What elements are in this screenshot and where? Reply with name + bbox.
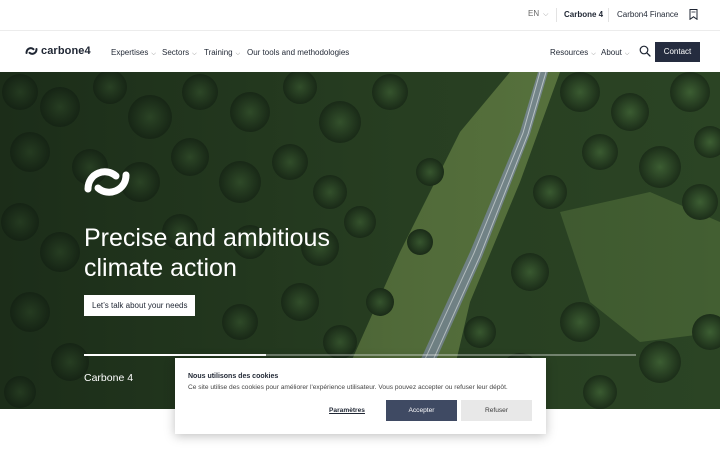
bookmark-icon[interactable] (689, 9, 698, 20)
nav-item-sectors[interactable]: Sectors ⌵ (162, 48, 197, 58)
main-navigation: carbone4 Expertises ⌵ Sectors ⌵ Training ⌵ … (0, 32, 720, 72)
divider (556, 8, 557, 22)
search-icon[interactable] (639, 45, 651, 57)
logo-mark-icon (25, 47, 38, 55)
refuse-cookies-button[interactable]: Refuser (461, 400, 532, 421)
hero-title-line-1: Precise and ambitious (84, 224, 330, 252)
talk-about-needs-button[interactable]: Let’s talk about your needs (84, 295, 196, 316)
chevron-down-icon: ⌵ (235, 51, 241, 57)
nav-item-training[interactable]: Training ⌵ (204, 48, 240, 58)
hero-title-line-2: climate action (84, 254, 237, 282)
nav-item-label: Our tools and methodologies (247, 48, 350, 57)
divider (608, 8, 609, 22)
nav-item-label: Expertises (111, 48, 149, 57)
cookie-consent-dialog: Nous utilisons des cookies Ce site utili… (175, 358, 546, 434)
logo-text: carbone4 (41, 45, 91, 57)
nav-item-about[interactable]: About ⌵ (601, 48, 629, 58)
hero-title: Precise and ambitious climate action (84, 223, 384, 283)
nav-item-expertises[interactable]: Expertises ⌵ (111, 48, 156, 58)
carbone4-emblem-icon (84, 168, 130, 196)
cookie-description: Ce site utilise des cookies pour amélior… (188, 384, 508, 391)
contact-button[interactable]: Contact (655, 42, 700, 62)
language-selector[interactable]: EN ⌵ (528, 9, 548, 19)
nav-item-tools[interactable]: Our tools and methodologies (247, 48, 349, 57)
accept-cookies-button[interactable]: Accepter (386, 400, 457, 421)
cookie-title: Nous utilisons des cookies (188, 373, 279, 380)
slide-progress-fill (84, 354, 267, 356)
nav-item-label: Sectors (162, 48, 190, 57)
cookie-settings-button[interactable]: Paramètres (308, 400, 386, 421)
slide-progress-bar[interactable] (84, 354, 636, 356)
nav-item-resources[interactable]: Resources ⌵ (550, 48, 596, 58)
logo[interactable]: carbone4 (25, 45, 91, 57)
chevron-down-icon: ⌵ (192, 51, 197, 57)
carbon4-finance-link[interactable]: Carbon4 Finance (617, 10, 678, 19)
slide-label[interactable]: Carbone 4 (84, 372, 133, 384)
chevron-down-icon: ⌵ (591, 51, 596, 57)
top-utility-bar: EN ⌵ Carbone 4 Carbon4 Finance (0, 0, 720, 31)
chevron-down-icon: ⌵ (151, 51, 156, 57)
nav-item-label: Resources (550, 48, 589, 57)
chevron-down-icon: ⌵ (543, 11, 549, 18)
chevron-down-icon: ⌵ (624, 51, 630, 57)
nav-item-label: Training (204, 48, 233, 57)
language-label: EN (528, 9, 540, 18)
nav-item-label: About (601, 48, 622, 57)
carbone4-link[interactable]: Carbone 4 (564, 10, 603, 19)
